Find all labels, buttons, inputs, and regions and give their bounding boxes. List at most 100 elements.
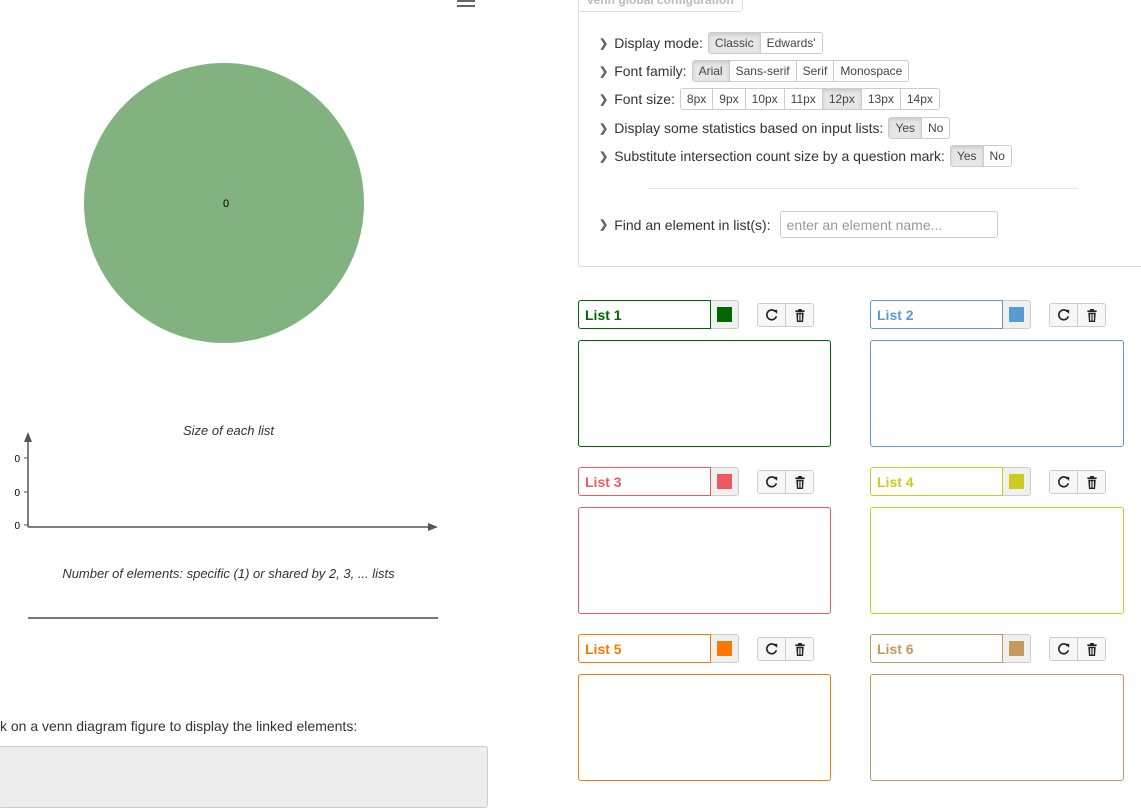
click-instructions: k on a venn diagram figure to display th… bbox=[0, 718, 358, 734]
option-button[interactable]: Classic bbox=[708, 33, 761, 53]
list-actions-3 bbox=[757, 470, 814, 494]
color-picker[interactable] bbox=[1003, 634, 1031, 663]
chevron-right-icon: ❯ bbox=[599, 219, 609, 231]
y-axis-arrow bbox=[24, 432, 32, 442]
list-name-input[interactable] bbox=[578, 467, 711, 496]
list-name-input[interactable] bbox=[870, 634, 1003, 663]
option-button[interactable]: 9px bbox=[713, 89, 746, 109]
font-size-group: 8px 9px 10px 11px 12px 13px 14px bbox=[679, 88, 940, 110]
option-button[interactable]: 8px bbox=[680, 89, 714, 109]
color-swatch bbox=[717, 474, 732, 489]
trash-icon[interactable] bbox=[786, 638, 813, 660]
option-button[interactable]: Yes bbox=[889, 118, 923, 138]
option-button[interactable]: 13px bbox=[861, 89, 901, 109]
list-actions-2 bbox=[1049, 303, 1106, 327]
find-row: ❯ Find an element in list(s): bbox=[599, 210, 998, 239]
trash-icon[interactable] bbox=[1078, 304, 1105, 326]
chevron-right-icon: ❯ bbox=[599, 122, 609, 135]
stats-row: ❯ Display some statistics based on input… bbox=[599, 117, 951, 139]
trash-icon[interactable] bbox=[1078, 471, 1105, 493]
font-family-label: Font family: bbox=[614, 63, 687, 79]
list-header-5 bbox=[578, 634, 739, 663]
refresh-icon[interactable] bbox=[1050, 471, 1078, 493]
list-elements-textarea[interactable] bbox=[578, 340, 831, 447]
option-button[interactable]: Sans-serif bbox=[729, 61, 797, 81]
display-mode-row: ❯ Display mode: Classic Edwards' bbox=[599, 32, 823, 54]
refresh-icon[interactable] bbox=[1050, 638, 1078, 660]
linked-elements-box[interactable] bbox=[0, 746, 488, 808]
list-elements-textarea[interactable] bbox=[870, 674, 1124, 781]
option-button[interactable]: Serif bbox=[796, 61, 835, 81]
font-family-row: ❯ Font family: Arial Sans-serif Serif Monos… bbox=[599, 60, 910, 82]
color-swatch bbox=[717, 307, 732, 322]
list-header-1 bbox=[578, 300, 739, 329]
stats-label: Display some statistics based on input l… bbox=[614, 120, 884, 136]
find-element-input[interactable] bbox=[779, 211, 998, 238]
refresh-icon[interactable] bbox=[1050, 304, 1078, 326]
list-header-2 bbox=[870, 300, 1031, 329]
chevron-right-icon: ❯ bbox=[599, 37, 609, 50]
list-actions-4 bbox=[1049, 470, 1106, 494]
config-panel-title: venn global configuration bbox=[578, 0, 743, 12]
list-size-chart: 0 0 0 bbox=[14, 432, 438, 532]
refresh-icon[interactable] bbox=[758, 304, 786, 326]
y-tick-label: 0 bbox=[14, 454, 20, 465]
color-picker[interactable] bbox=[711, 634, 739, 663]
list-actions-1 bbox=[757, 303, 814, 327]
color-swatch bbox=[1009, 474, 1024, 489]
option-button[interactable]: Arial bbox=[692, 61, 730, 81]
font-size-label: Font size: bbox=[614, 91, 675, 107]
question-mark-row: ❯ Substitute intersection count size by … bbox=[599, 145, 1012, 167]
chevron-right-icon: ❯ bbox=[599, 65, 609, 78]
list-actions-6 bbox=[1049, 637, 1106, 661]
list-name-input[interactable] bbox=[578, 634, 711, 663]
color-swatch bbox=[1009, 307, 1024, 322]
list-elements-textarea[interactable] bbox=[870, 340, 1124, 447]
chart-xlabel: Number of elements: specific (1) or shar… bbox=[62, 566, 395, 581]
refresh-icon[interactable] bbox=[758, 638, 786, 660]
option-button[interactable]: 12px bbox=[822, 89, 862, 109]
list-name-input[interactable] bbox=[870, 467, 1003, 496]
option-button[interactable]: Edwards' bbox=[760, 33, 822, 53]
list-header-4 bbox=[870, 467, 1031, 496]
list-actions-5 bbox=[757, 637, 814, 661]
trash-icon[interactable] bbox=[1078, 638, 1105, 660]
option-button[interactable]: 11px bbox=[784, 89, 823, 109]
find-label: Find an element in list(s): bbox=[614, 216, 771, 233]
list-elements-textarea[interactable] bbox=[870, 507, 1124, 614]
option-button[interactable]: No bbox=[983, 146, 1011, 166]
list-name-input[interactable] bbox=[870, 300, 1003, 329]
option-button[interactable]: 14px bbox=[900, 89, 939, 109]
color-picker[interactable] bbox=[711, 467, 739, 496]
color-picker[interactable] bbox=[711, 300, 739, 329]
option-button[interactable]: Yes bbox=[950, 146, 984, 166]
font-size-row: ❯ Font size: 8px 9px 10px 11px 12px 13px 14px bbox=[599, 88, 940, 110]
list-header-3 bbox=[578, 467, 739, 496]
color-picker[interactable] bbox=[1003, 467, 1031, 496]
trash-icon[interactable] bbox=[786, 304, 813, 326]
list-elements-textarea[interactable] bbox=[578, 507, 831, 614]
list-elements-textarea[interactable] bbox=[578, 674, 831, 781]
font-family-group: Arial Sans-serif Serif Monospace bbox=[691, 60, 910, 82]
question-mark-label: Substitute intersection count size by a … bbox=[614, 148, 945, 164]
stats-group: Yes No bbox=[888, 117, 951, 139]
venn-circle-count: 0 bbox=[223, 198, 229, 210]
trash-icon[interactable] bbox=[786, 471, 813, 493]
color-picker[interactable] bbox=[1003, 300, 1031, 329]
divider bbox=[28, 617, 438, 619]
option-button[interactable]: Monospace bbox=[834, 61, 909, 81]
venn-diagram: 0 bbox=[84, 63, 364, 343]
option-button[interactable]: 10px bbox=[745, 89, 785, 109]
option-button[interactable]: No bbox=[922, 118, 950, 138]
list-header-6 bbox=[870, 634, 1031, 663]
chevron-right-icon: ❯ bbox=[599, 93, 609, 106]
x-axis-arrow bbox=[428, 523, 438, 531]
color-swatch bbox=[1009, 641, 1024, 656]
display-mode-group: Classic Edwards' bbox=[707, 32, 823, 54]
list-name-input[interactable] bbox=[578, 300, 711, 329]
refresh-icon[interactable] bbox=[758, 471, 786, 493]
y-tick-label: 0 bbox=[14, 488, 20, 499]
question-mark-group: Yes No bbox=[949, 145, 1012, 167]
config-separator bbox=[648, 188, 1078, 189]
y-tick-label: 0 bbox=[14, 521, 20, 532]
